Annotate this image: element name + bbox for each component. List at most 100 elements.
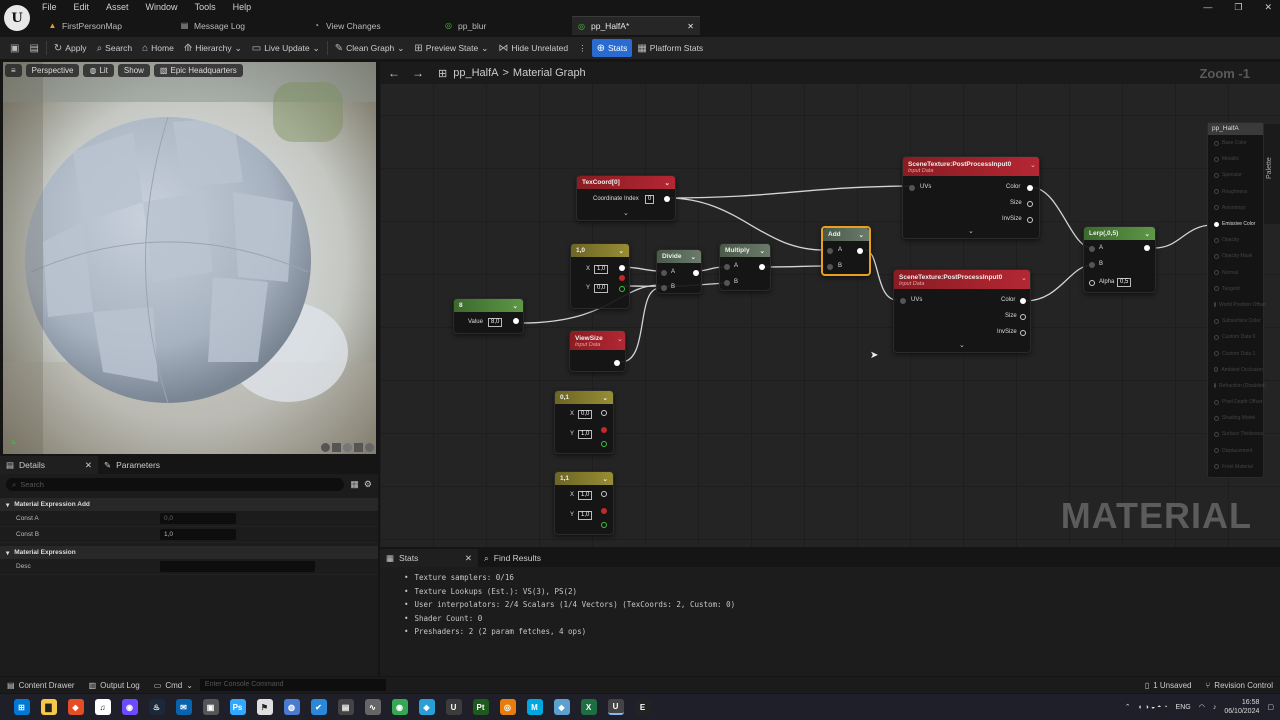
output-pin[interactable] xyxy=(857,248,863,254)
node-vector-1-0[interactable]: 1,0 ⌄ X 1,0 Y 0,0 xyxy=(570,243,630,309)
material-graph[interactable]: ← → ⊞ pp_HalfA > Material Graph Zoom -1 … xyxy=(380,62,1280,547)
input-pin-b[interactable] xyxy=(724,280,730,286)
output-pin[interactable] xyxy=(513,318,519,324)
result-pin[interactable]: Displacement xyxy=(1208,443,1263,459)
live-update-button[interactable]: ▭ Live Update ⌄ xyxy=(247,39,325,57)
tab-pp-halfa[interactable]: ◎ pp_HalfA* ✕ xyxy=(572,16,700,35)
output-pin[interactable] xyxy=(759,264,765,270)
const-a-field[interactable]: 0,0 xyxy=(160,513,236,524)
hide-unrelated-button[interactable]: ⋈ Hide Unrelated xyxy=(493,39,573,57)
expand-icon[interactable]: ⌄ xyxy=(968,227,974,235)
viewport-menu-button[interactable]: ≡ xyxy=(5,64,22,77)
live-icon[interactable]: ∿ xyxy=(364,699,381,715)
output-pin-r[interactable] xyxy=(619,265,625,271)
preview-state-button[interactable]: ⊞ Preview State ⌄ xyxy=(409,39,493,57)
node-multiply[interactable]: Multiply ⌄ A B xyxy=(719,243,771,291)
chrome-icon[interactable]: ◉ xyxy=(391,699,408,715)
clean-graph-button[interactable]: ✎ Clean Graph ⌄ xyxy=(330,39,410,57)
show-button[interactable]: Show xyxy=(117,64,150,77)
maximize-icon[interactable]: ❐ xyxy=(1234,2,1242,13)
input-pin[interactable] xyxy=(1214,351,1219,357)
clock[interactable]: 16:58 06/10/2024 xyxy=(1224,698,1259,716)
result-pin[interactable]: Normal xyxy=(1208,265,1263,281)
output-pin-size[interactable] xyxy=(1027,201,1033,207)
node-add[interactable]: Add ⌄ A B xyxy=(821,226,871,276)
palette-side-tab[interactable]: Palette xyxy=(1264,124,1280,224)
plane-icon[interactable] xyxy=(332,443,341,452)
input-pin[interactable] xyxy=(1214,189,1219,195)
input-pin[interactable] xyxy=(1214,205,1219,211)
category-material-expression-add[interactable]: ▾ Material Expression Add xyxy=(0,498,378,511)
revision-control-button[interactable]: ⑂ Revision Control xyxy=(1198,681,1280,690)
result-pin[interactable]: Opacity Mask xyxy=(1208,248,1263,264)
input-pin-b[interactable] xyxy=(661,285,667,291)
y-field[interactable]: 0,0 xyxy=(594,284,609,293)
menu-asset[interactable]: Asset xyxy=(106,2,129,12)
unreal-logo-icon[interactable]: U xyxy=(4,5,30,31)
close-tab-icon[interactable]: ✕ xyxy=(465,553,472,564)
outlook-icon[interactable]: ✉ xyxy=(175,699,192,715)
input-pin-uvs[interactable] xyxy=(900,298,906,304)
wifi-icon[interactable]: ◠ xyxy=(1199,703,1205,711)
sphere-icon[interactable] xyxy=(343,443,352,452)
output-pin-color[interactable] xyxy=(1027,185,1033,191)
desc-field[interactable] xyxy=(160,561,315,572)
teapot-icon[interactable] xyxy=(365,443,374,452)
input-pin[interactable] xyxy=(1214,334,1219,340)
output-pin-g[interactable] xyxy=(601,427,607,433)
input-pin-a[interactable] xyxy=(661,270,667,276)
tab-pp-blur[interactable]: ◎ pp_blur xyxy=(440,16,564,35)
more-options-icon[interactable]: ⋮ xyxy=(573,39,592,57)
epic-icon[interactable]: E xyxy=(634,699,651,715)
ue-icon[interactable]: U xyxy=(445,699,462,715)
node-viewsize[interactable]: ViewSize Input Data ⌄ xyxy=(569,330,626,372)
result-pin[interactable]: Refraction (Disabled) xyxy=(1208,378,1266,394)
output-log-button[interactable]: ▥ Output Log xyxy=(82,681,147,690)
result-pin[interactable]: Ambient Occlusion xyxy=(1208,362,1263,378)
unsaved-button[interactable]: ▯ 1 Unsaved xyxy=(1138,681,1199,690)
excel-icon[interactable]: X xyxy=(580,699,597,715)
node-texcoord[interactable]: TexCoord[0] ⌄ Coordinate Index 0 ⌄ xyxy=(576,175,676,221)
input-pin[interactable] xyxy=(1214,383,1216,389)
preview-viewport[interactable]: ⊾ ≡ Perspective ◍ Lit Show ▧ Epic Headquar… xyxy=(3,62,376,454)
result-node[interactable]: pp_HalfA Base Color Metallic Specular Rough… xyxy=(1207,122,1266,478)
input-pin[interactable] xyxy=(1214,270,1219,276)
search-button[interactable]: ⌕ Search xyxy=(92,39,138,57)
file-explorer-icon[interactable]: ▇ xyxy=(40,699,57,715)
minimize-icon[interactable]: — xyxy=(1203,2,1212,13)
const-b-field[interactable]: 1,0 xyxy=(160,529,236,540)
node-lerp[interactable]: Lerp(,0,5) ⌄ A B Alpha 0,5 xyxy=(1083,226,1156,293)
platform-stats-button[interactable]: ▦ Platform Stats xyxy=(632,39,708,57)
result-pin[interactable]: Shading Model xyxy=(1208,410,1263,426)
result-pin[interactable]: Subsurface Color xyxy=(1208,313,1263,329)
node-scenetexture-1[interactable]: SceneTexture:PostProcessInput0 Input Data… xyxy=(902,156,1040,239)
tab-details[interactable]: ▤ Details ✕ xyxy=(0,456,98,474)
output-pin-b[interactable] xyxy=(601,441,607,447)
input-pin-a[interactable] xyxy=(724,264,730,270)
input-pin[interactable] xyxy=(1214,302,1216,308)
input-pin[interactable] xyxy=(1214,253,1219,259)
input-pin[interactable] xyxy=(1214,464,1219,470)
close-tab-icon[interactable]: ✕ xyxy=(85,460,92,471)
gear-icon[interactable]: ⚙ xyxy=(364,479,372,490)
browse-button[interactable]: ▤ xyxy=(24,39,43,57)
output-pin-invsize[interactable] xyxy=(1027,217,1033,223)
input-pin[interactable] xyxy=(1214,221,1219,227)
output-pin-g[interactable] xyxy=(601,508,607,514)
tray-apps-icon[interactable]: ◐ ◑ ◒ ◓ ◔ xyxy=(1139,704,1168,711)
expand-icon[interactable]: ⌄ xyxy=(959,341,965,349)
node-scenetexture-2[interactable]: SceneTexture:PostProcessInput0 Input Data… xyxy=(893,269,1031,353)
result-pin[interactable]: Custom Data 1 xyxy=(1208,345,1263,361)
result-pin[interactable]: Emissive Color xyxy=(1208,216,1263,232)
menu-help[interactable]: Help xyxy=(233,2,252,12)
tab-find-results[interactable]: ⌕ Find Results xyxy=(478,549,547,567)
apply-button[interactable]: ↻ Apply xyxy=(49,39,92,57)
cylinder-icon[interactable] xyxy=(321,443,330,452)
unreal-editor-icon[interactable]: U xyxy=(607,699,624,715)
result-pin[interactable]: Opacity xyxy=(1208,232,1263,248)
output-pin-r[interactable] xyxy=(601,491,607,497)
input-pin[interactable] xyxy=(1214,415,1219,421)
language-indicator[interactable]: ENG xyxy=(1176,704,1191,711)
itunes-icon[interactable]: ♫ xyxy=(94,699,111,715)
x-field[interactable]: 1,0 xyxy=(594,265,609,274)
